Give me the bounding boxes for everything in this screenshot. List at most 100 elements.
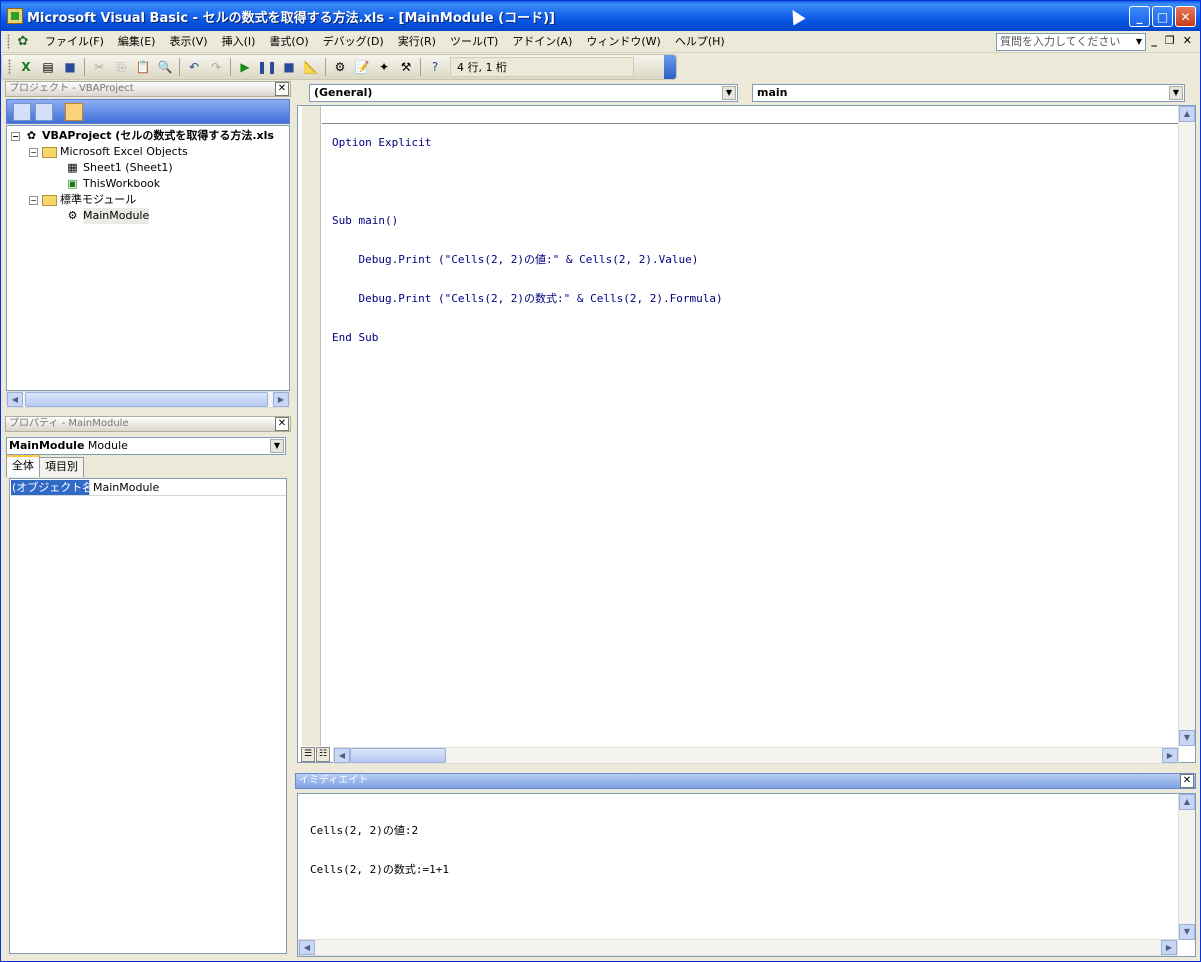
immediate-text[interactable]: Cells(2, 2)の値:2 Cells(2, 2)の数式:=1+1 [310,798,449,902]
vb-menu-icon[interactable]: ✿ [14,34,32,50]
maximize-button[interactable]: □ [1152,6,1173,27]
paste-icon[interactable]: 📋 [133,57,153,77]
mdi-restore-button[interactable]: ❐ [1165,34,1175,47]
redo-icon[interactable]: ↷ [206,57,226,77]
run-icon[interactable]: ▶ [235,57,255,77]
code-line: End Sub [332,331,379,344]
vb-app-icon[interactable] [7,8,23,24]
procedure-combo[interactable]: main ▼ [752,84,1185,102]
toolbar-options-icon[interactable] [664,55,676,79]
close-icon[interactable]: ✕ [275,82,289,96]
tree-node-std-modules[interactable]: − 標準モジュール [29,192,136,208]
immediate-window[interactable]: Cells(2, 2)の値:2 Cells(2, 2)の数式:=1+1 ▲ ▼ … [297,793,1196,957]
undo-icon[interactable]: ↶ [184,57,204,77]
tab-alphabetic[interactable]: 全体 [6,455,40,477]
code-editor[interactable]: Option Explicit Sub main() Debug.Print (… [297,105,1196,763]
reset-icon[interactable]: ■ [279,57,299,77]
menu-file[interactable]: ファイル(F) [38,32,111,52]
immediate-vscroll[interactable]: ▲ ▼ [1178,794,1195,940]
scroll-thumb[interactable] [350,748,446,763]
project-panel-title: プロジェクト - VBAProject [9,83,134,94]
chevron-down-icon[interactable]: ▼ [1133,34,1145,50]
scroll-up-icon[interactable]: ▲ [1179,106,1195,122]
help-icon[interactable]: ? [425,57,445,77]
margin-indicator-bar[interactable] [302,106,321,746]
object-browser-icon[interactable]: ✦ [374,57,394,77]
title-bar[interactable]: Microsoft Visual Basic - セルの数式を取得する方法.xl… [1,1,1200,31]
menu-help[interactable]: ヘルプ(H) [668,32,732,52]
tree-node-vbaproject[interactable]: − ✿ VBAProject (セルの数式を取得する方法.xls [11,128,274,144]
copy-icon[interactable]: ⎘ [111,57,131,77]
scroll-left-icon[interactable]: ◀ [299,940,315,955]
scroll-thumb[interactable] [25,392,268,407]
ask-question-input[interactable]: 質問を入力してください ▼ [996,33,1146,51]
menubar-grip-icon[interactable] [7,33,10,50]
menu-format[interactable]: 書式(O) [262,32,315,52]
collapse-icon[interactable]: − [29,195,38,205]
tree-node-mainmodule[interactable]: ⚙ MainModule [65,208,150,224]
full-module-view-button[interactable]: ☷ [316,747,330,762]
scroll-right-icon[interactable]: ▶ [1162,748,1178,763]
menu-edit[interactable]: 編集(E) [111,32,163,52]
procedure-view-button[interactable]: ☰ [301,747,315,762]
code-hscroll[interactable]: ◀ ▶ [333,747,1179,764]
project-tree: − ✿ VBAProject (セルの数式を取得する方法.xls − Micro… [6,125,290,391]
minimize-button[interactable]: _ [1129,6,1150,27]
chevron-down-icon[interactable]: ▼ [1169,86,1183,100]
find-icon[interactable]: 🔍 [155,57,175,77]
menu-run[interactable]: 実行(R) [391,32,443,52]
code-text[interactable]: Option Explicit Sub main() Debug.Print (… [332,110,723,370]
close-button[interactable]: ✕ [1175,6,1196,27]
property-value[interactable]: MainModule [89,480,286,495]
close-icon[interactable]: ✕ [275,417,289,431]
mdi-minimize-button[interactable]: _ [1151,34,1157,47]
scroll-up-icon[interactable]: ▲ [1179,794,1195,810]
properties-panel-header[interactable]: プロパティ - MainModule ✕ [5,416,291,432]
scroll-down-icon[interactable]: ▼ [1179,730,1195,746]
collapse-icon[interactable]: − [29,147,38,157]
tab-categorized[interactable]: 項目別 [39,457,84,477]
menu-insert[interactable]: 挿入(I) [215,32,263,52]
menu-window[interactable]: ウィンドウ(W) [579,32,667,52]
scroll-down-icon[interactable]: ▼ [1179,924,1195,940]
scroll-right-icon[interactable]: ▶ [273,392,289,407]
chevron-down-icon[interactable]: ▼ [270,439,284,453]
design-mode-icon[interactable]: 📐 [301,57,321,77]
menu-addins[interactable]: アドイン(A) [505,32,579,52]
excel-icon[interactable]: X [16,57,36,77]
properties-window-icon[interactable]: 📝 [352,57,372,77]
menu-debug[interactable]: デバッグ(D) [316,32,391,52]
toggle-folders-button[interactable] [65,103,83,121]
properties-tabs: 全体 項目別 [6,455,84,477]
insert-module-icon[interactable]: ▤ [38,57,58,77]
immediate-panel-header[interactable]: イミディエイト ✕ [295,773,1196,789]
scroll-left-icon[interactable]: ◀ [7,392,23,407]
menu-view[interactable]: 表示(V) [162,32,214,52]
project-explorer-icon[interactable]: ⚙ [330,57,350,77]
project-hscroll[interactable]: ◀ ▶ [6,391,290,408]
toolbox-icon[interactable]: ⚒ [396,57,416,77]
object-name: MainModule [9,439,85,452]
object-combo[interactable]: (General) ▼ [309,84,738,102]
code-vscroll[interactable]: ▲ ▼ [1178,106,1195,746]
property-row[interactable]: (オブジェクト名) MainModule [11,480,286,496]
menu-tools[interactable]: ツール(T) [443,32,505,52]
tree-node-excel-objects[interactable]: − Microsoft Excel Objects [29,144,188,160]
close-icon[interactable]: ✕ [1180,774,1194,788]
cut-icon[interactable]: ✂ [89,57,109,77]
save-icon[interactable]: ■ [60,57,80,77]
chevron-down-icon[interactable]: ▼ [722,86,736,100]
toolbar-grip-icon[interactable] [8,59,11,75]
pause-icon[interactable]: ❚❚ [257,57,277,77]
collapse-icon[interactable]: − [11,131,20,141]
tree-node-sheet1[interactable]: ▦ Sheet1 (Sheet1) [65,160,172,176]
view-object-button[interactable] [35,103,53,121]
scroll-right-icon[interactable]: ▶ [1161,940,1177,955]
mdi-close-button[interactable]: ✕ [1183,34,1192,47]
view-code-button[interactable] [13,103,31,121]
scroll-left-icon[interactable]: ◀ [334,748,350,763]
object-select[interactable]: MainModule Module ▼ [6,437,286,455]
tree-node-thisworkbook[interactable]: ▣ ThisWorkbook [65,176,160,192]
immediate-hscroll[interactable]: ◀ ▶ [298,939,1178,956]
project-panel-header[interactable]: プロジェクト - VBAProject ✕ [5,81,291,97]
